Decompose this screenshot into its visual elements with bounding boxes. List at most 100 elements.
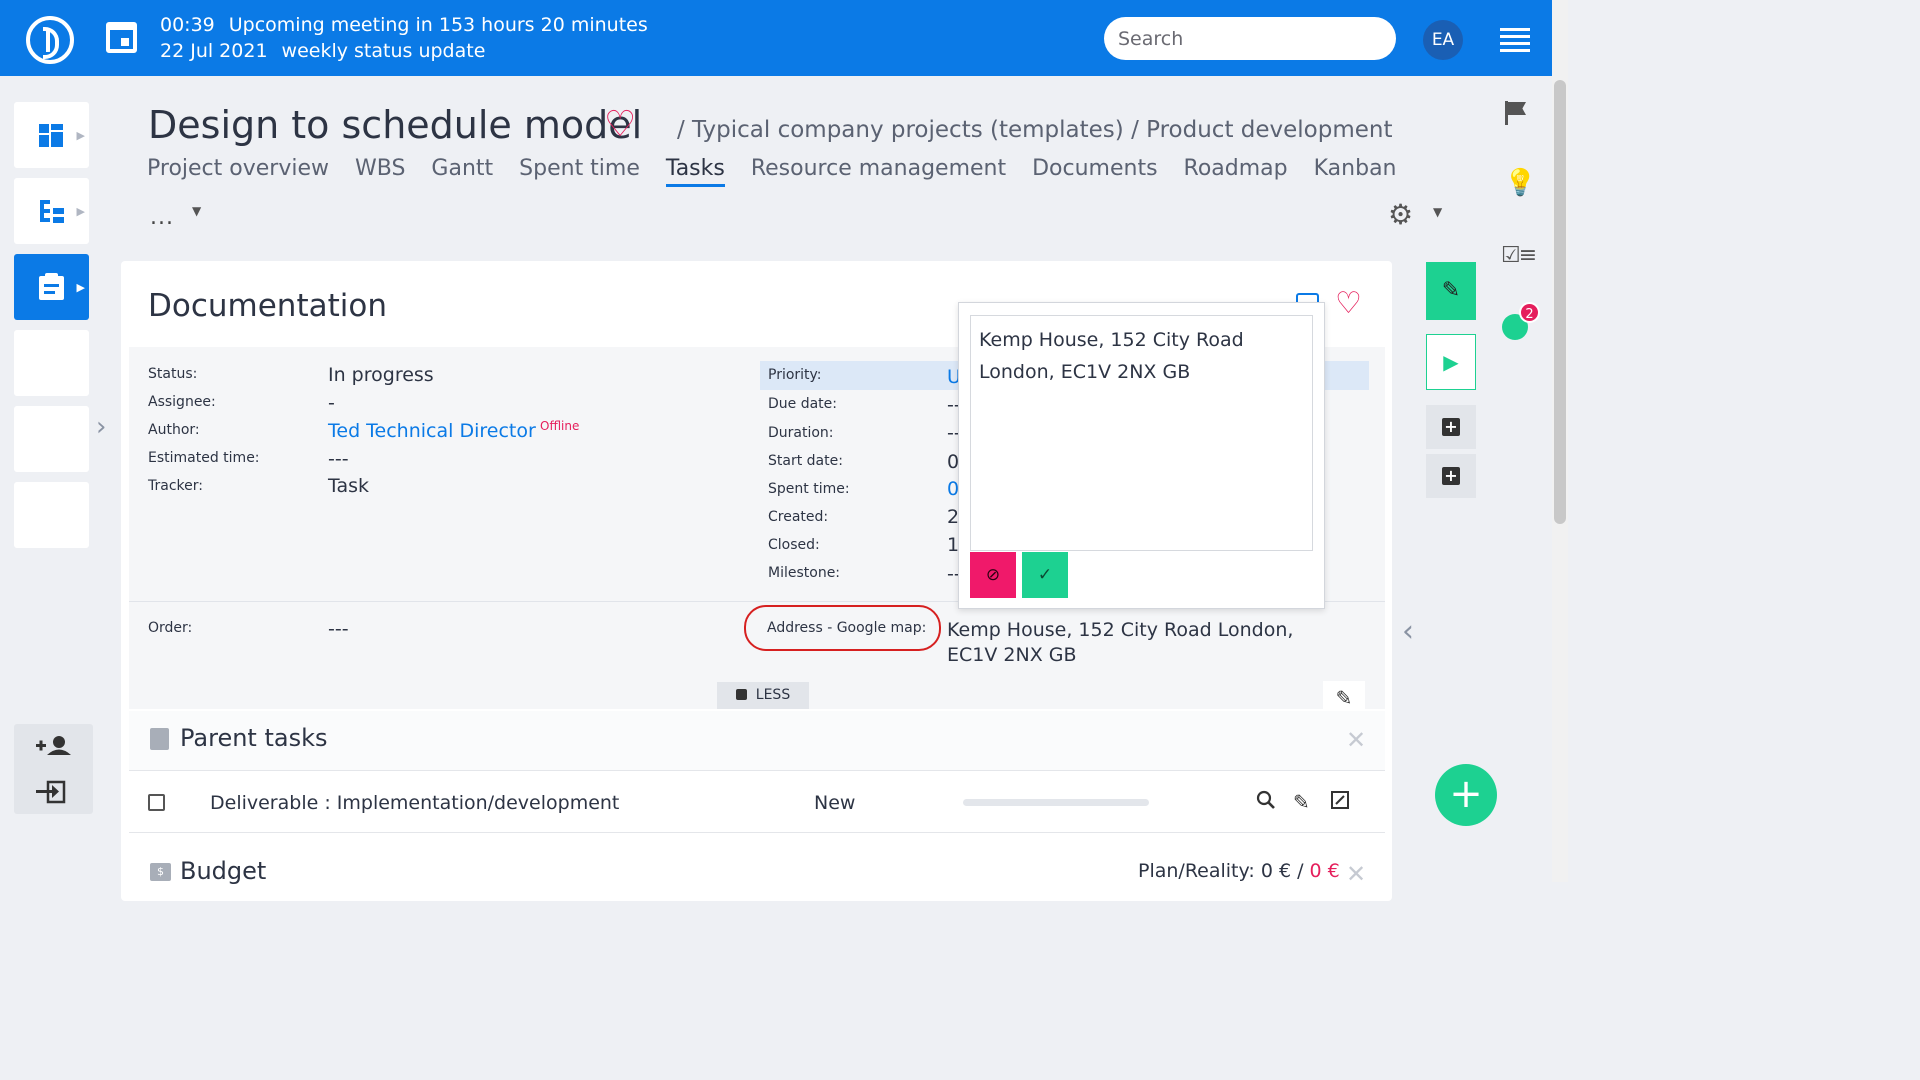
sidebar-wbs-button[interactable]: ▶ <box>14 178 89 244</box>
progress-bar <box>963 799 1149 806</box>
sidebar-tile-6[interactable] <box>14 482 89 548</box>
checklist-icon[interactable]: ☑≡ <box>1501 243 1537 268</box>
address-value[interactable]: Kemp House, 152 City Road London, EC1V 2… <box>947 618 1347 668</box>
author-label: Author: <box>148 422 200 438</box>
gear-icon[interactable]: ⚙ <box>1388 198 1413 231</box>
tab-project-overview[interactable]: Project overview <box>147 156 329 187</box>
add-button[interactable]: + <box>1426 405 1476 449</box>
budget-plan-value: Plan/Reality: 0 € / <box>1138 860 1304 882</box>
add-fab-button[interactable]: + <box>1435 764 1497 826</box>
sidebar-tile-4[interactable] <box>14 330 89 396</box>
meeting-title: weekly status update <box>281 40 486 62</box>
edit-icon[interactable] <box>1330 790 1350 815</box>
meeting-text: Upcoming meeting in 153 hours 20 minutes <box>228 14 648 36</box>
more-tabs-button[interactable]: ... <box>150 205 174 230</box>
project-tabs: Project overview WBS Gantt Spent time Ta… <box>147 156 1397 187</box>
clipboard-icon <box>150 728 169 750</box>
chevron-right-icon: ▶ <box>76 281 85 294</box>
status-value[interactable]: In progress <box>328 364 434 386</box>
chevron-right-icon: ▶ <box>76 205 85 218</box>
tracker-value[interactable]: Task <box>328 475 369 497</box>
add-user-icon[interactable] <box>36 736 71 755</box>
tab-gantt[interactable]: Gantt <box>431 156 493 187</box>
chevron-down-icon[interactable]: ▼ <box>192 204 201 218</box>
top-bar: 00:39 Upcoming meeting in 153 hours 20 mi… <box>0 0 1568 76</box>
menu-icon[interactable] <box>1500 28 1530 52</box>
plus-icon: + <box>1442 467 1460 485</box>
author-link[interactable]: Ted Technical Director <box>328 420 536 442</box>
edit-attributes-button[interactable]: ✎ <box>1323 681 1365 715</box>
assignee-label: Assignee: <box>148 394 216 410</box>
address-textarea[interactable]: Kemp House, 152 City Road London, EC1V 2… <box>970 315 1313 551</box>
edit-task-button[interactable]: ✎ <box>1426 262 1476 320</box>
address-label: Address - Google map: <box>767 620 927 636</box>
scrollbar-thumb[interactable] <box>1554 80 1566 524</box>
closed-label: Closed: <box>768 537 820 553</box>
tracker-label: Tracker: <box>148 478 203 494</box>
created-label: Created: <box>768 509 829 525</box>
order-value[interactable]: --- <box>328 618 349 640</box>
sidebar-expand-icon[interactable]: › <box>96 412 106 442</box>
tab-wbs[interactable]: WBS <box>355 156 405 187</box>
close-icon[interactable]: ✕ <box>1346 860 1366 888</box>
cancel-button[interactable]: ⊘ <box>970 552 1016 598</box>
breadcrumb[interactable]: / Typical company projects (templates) /… <box>677 117 1393 143</box>
due-date-label: Due date: <box>768 396 838 412</box>
avatar[interactable]: EA <box>1423 20 1463 60</box>
favorite-heart-icon[interactable]: ♡ <box>604 104 636 145</box>
sidebar-bottom-panel <box>14 724 93 814</box>
chevron-right-icon: ▶ <box>76 129 85 142</box>
close-icon[interactable]: ✕ <box>1346 726 1366 754</box>
add-button[interactable]: + <box>1426 454 1476 498</box>
parent-task-status: New <box>814 792 856 814</box>
sidebar-tasks-button[interactable]: ▶ <box>14 254 89 320</box>
meeting-line-2[interactable]: 22 Jul 2021 weekly status update <box>160 40 499 62</box>
budget-reality-value: 0 € <box>1309 860 1340 882</box>
login-icon[interactable] <box>36 780 66 804</box>
sidebar-tile-5[interactable] <box>14 406 89 472</box>
spent-time-label: Spent time: <box>768 481 850 497</box>
plus-icon: + <box>1442 418 1460 436</box>
logo-icon[interactable] <box>26 16 74 64</box>
tab-spent-time[interactable]: Spent time <box>519 156 640 187</box>
priority-label: Priority: <box>768 367 822 383</box>
page-title: Design to schedule model <box>148 103 643 147</box>
search-input[interactable] <box>1104 17 1396 60</box>
duration-label: Duration: <box>768 425 834 441</box>
less-button[interactable]: LESS <box>717 682 809 709</box>
budget-plan-reality: Plan/Reality: 0 € / 0 € <box>1138 860 1340 882</box>
search-icon[interactable] <box>1256 790 1276 815</box>
sidebar-dashboard-button[interactable]: ▶ <box>14 102 89 168</box>
confirm-button[interactable]: ✓ <box>1022 552 1068 598</box>
flag-icon[interactable] <box>1505 101 1527 125</box>
task-title: Documentation <box>148 288 387 324</box>
tab-documents[interactable]: Documents <box>1032 156 1157 187</box>
tab-kanban[interactable]: Kanban <box>1314 156 1397 187</box>
meeting-date: 22 Jul 2021 <box>160 40 268 62</box>
start-timer-button[interactable]: ▶ <box>1426 334 1476 390</box>
row-checkbox[interactable] <box>148 794 165 811</box>
collapse-panel-icon[interactable]: ‹ <box>1402 614 1414 649</box>
tab-resource-management[interactable]: Resource management <box>751 156 1006 187</box>
estimated-time-label: Estimated time: <box>148 450 260 466</box>
parent-task-link[interactable]: Deliverable : Implementation/development <box>210 792 619 814</box>
bulb-icon[interactable]: 💡 <box>1504 168 1536 198</box>
milestone-label: Milestone: <box>768 565 841 581</box>
tab-tasks[interactable]: Tasks <box>665 156 725 187</box>
heart-icon[interactable]: ♡ <box>1335 286 1362 321</box>
order-label: Order: <box>148 620 193 636</box>
estimated-time-value[interactable]: --- <box>328 448 349 470</box>
parent-tasks-title: Parent tasks <box>180 724 328 752</box>
calendar-icon[interactable] <box>106 22 137 53</box>
money-icon: $ <box>150 863 171 881</box>
meeting-time: 00:39 <box>160 14 215 36</box>
pencil-icon[interactable]: ✎ <box>1293 790 1310 814</box>
chevron-down-icon[interactable]: ▼ <box>1433 205 1442 219</box>
budget-title: Budget <box>180 857 267 885</box>
notification-badge: 2 <box>1519 302 1540 323</box>
offline-badge: Offline <box>540 419 580 433</box>
meeting-line-1[interactable]: 00:39 Upcoming meeting in 153 hours 20 mi… <box>160 14 662 36</box>
tab-roadmap[interactable]: Roadmap <box>1184 156 1288 187</box>
status-label: Status: <box>148 366 198 382</box>
assignee-value[interactable]: - <box>328 392 335 414</box>
